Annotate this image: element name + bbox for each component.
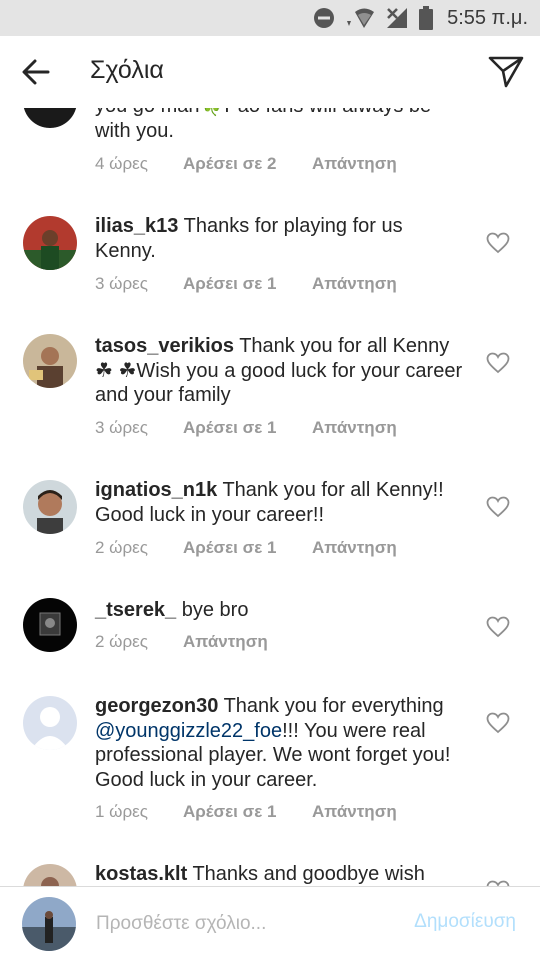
comment-body: you go man🍀Pao fans will always be with … xyxy=(95,108,431,142)
heart-icon[interactable] xyxy=(486,496,510,518)
comment-meta: 3 ώρες Αρέσει σε 1 Απάντηση xyxy=(95,274,397,294)
likes-count[interactable]: Αρέσει σε 1 xyxy=(183,538,312,558)
comment-username[interactable]: ignatios_n1k xyxy=(95,479,217,501)
comment-body: Thank you for everything xyxy=(223,695,444,717)
comment-time: 3 ώρες xyxy=(95,418,148,437)
reply-button[interactable]: Απάντηση xyxy=(183,632,268,652)
avatar[interactable] xyxy=(23,216,77,270)
reply-button[interactable]: Απάντηση xyxy=(312,274,397,294)
comment-meta: 4 ώρες Αρέσει σε 2 Απάντηση xyxy=(95,154,397,174)
status-bar: 5:55 π.μ. xyxy=(0,0,540,36)
status-time: 5:55 π.μ. xyxy=(447,6,528,29)
comment-body: Thanks and goodbye wish xyxy=(192,863,425,885)
likes-count[interactable]: Αρέσει σε 2 xyxy=(183,154,312,174)
reply-button[interactable]: Απάντηση xyxy=(312,802,397,822)
comment-username[interactable]: _tserek_ xyxy=(95,599,176,621)
heart-icon[interactable] xyxy=(486,232,510,254)
comment-time: 4 ώρες xyxy=(95,154,148,173)
mention-link[interactable]: @younggizzle22_foe xyxy=(95,720,282,742)
comment-username[interactable]: ilias_k13 xyxy=(95,215,178,237)
comment-time: 2 ώρες xyxy=(95,538,148,557)
wifi-icon xyxy=(347,8,375,28)
heart-icon[interactable] xyxy=(486,352,510,374)
page-title: Σχόλια xyxy=(90,56,164,84)
reply-button[interactable]: Απάντηση xyxy=(312,418,397,438)
likes-count[interactable]: Αρέσει σε 1 xyxy=(183,274,312,294)
likes-count[interactable]: Αρέσει σε 1 xyxy=(183,802,312,822)
comment-username[interactable]: georgezon30 xyxy=(95,695,218,717)
avatar[interactable] xyxy=(23,598,77,652)
status-icons: 5:55 π.μ. xyxy=(313,0,528,36)
avatar[interactable] xyxy=(23,480,77,534)
comment-meta: 3 ώρες Αρέσει σε 1 Απάντηση xyxy=(95,418,397,438)
arrow-left-icon xyxy=(22,59,50,85)
reply-button[interactable]: Απάντηση xyxy=(312,538,397,558)
app-header: Σχόλια xyxy=(0,36,540,108)
paper-plane-icon xyxy=(488,56,524,88)
comment-text: you go man🍀Pao fans will always be with … xyxy=(95,108,465,143)
comments-list[interactable]: you go man🍀Pao fans will always be with … xyxy=(0,108,540,886)
comment-meta: 2 ώρες Αρέσει σε 1 Απάντηση xyxy=(95,538,397,558)
share-button[interactable] xyxy=(486,52,526,92)
likes-count[interactable]: Αρέσει σε 1 xyxy=(183,418,312,438)
heart-icon[interactable] xyxy=(486,712,510,734)
avatar[interactable] xyxy=(23,864,77,886)
comment-meta: 2 ώρες Απάντηση xyxy=(95,632,268,652)
comment-meta: 1 ώρες Αρέσει σε 1 Απάντηση xyxy=(95,802,397,822)
avatar xyxy=(22,897,76,951)
reply-button[interactable]: Απάντηση xyxy=(312,154,397,174)
dnd-icon xyxy=(314,8,335,28)
comment-time: 3 ώρες xyxy=(95,274,148,293)
comment-text: georgezon30 Thank you for everything @yo… xyxy=(95,694,465,792)
comment-username[interactable]: tasos_verikios xyxy=(95,335,234,357)
comment-time: 2 ώρες xyxy=(95,632,148,651)
battery-icon xyxy=(419,6,434,30)
comment-input[interactable] xyxy=(96,907,376,941)
comment-body: bye bro xyxy=(181,599,249,621)
avatar[interactable] xyxy=(23,334,77,388)
signal-icon xyxy=(387,8,408,28)
comment-text: kostas.klt Thanks and goodbye wish xyxy=(95,862,465,886)
back-button[interactable] xyxy=(16,54,56,90)
comment-text: ilias_k13 Thanks for playing for us Kenn… xyxy=(95,214,465,263)
comment-composer: Δημοσίευση xyxy=(0,886,540,960)
post-button[interactable]: Δημοσίευση xyxy=(414,911,516,933)
comment-text: tasos_verikios Thank you for all Kenny☘ … xyxy=(95,334,465,408)
comment-text: _tserek_ bye bro xyxy=(95,598,465,623)
comment-text: ignatios_n1k Thank you for all Kenny!! G… xyxy=(95,478,465,527)
avatar[interactable] xyxy=(23,696,77,750)
heart-icon[interactable] xyxy=(486,616,510,638)
comment-username[interactable]: kostas.klt xyxy=(95,863,187,885)
comment-time: 1 ώρες xyxy=(95,802,148,821)
avatar[interactable] xyxy=(23,108,77,128)
